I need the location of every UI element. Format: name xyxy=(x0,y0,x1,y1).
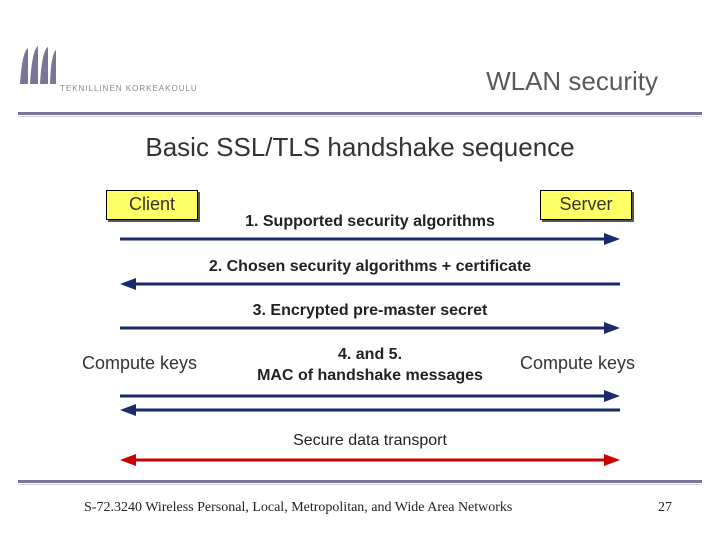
msg-3: 3. Encrypted pre-master secret xyxy=(120,302,620,320)
msg-1: 1. Supported security algorithms xyxy=(120,213,620,231)
arrow-both-icon xyxy=(120,452,620,468)
divider xyxy=(18,480,702,483)
footer-course: S-72.3240 Wireless Personal, Local, Metr… xyxy=(84,500,512,516)
arrow-right-icon xyxy=(120,321,620,335)
msg-4-5-b: MAC of handshake messages xyxy=(120,367,620,385)
arrow-right-icon xyxy=(120,232,620,246)
slide-heading: Basic SSL/TLS handshake sequence xyxy=(0,132,720,163)
msg-secure: Secure data transport xyxy=(120,432,620,450)
msg-4-5-a: 4. and 5. xyxy=(120,346,620,364)
msg-2: 2. Chosen security algorithms + certific… xyxy=(120,258,620,276)
org-logo xyxy=(18,44,58,86)
divider xyxy=(18,112,702,115)
arrow-left-icon xyxy=(120,403,620,417)
divider xyxy=(18,484,702,485)
divider xyxy=(18,116,702,117)
arrow-right-icon xyxy=(120,389,620,403)
page-number: 27 xyxy=(658,500,672,516)
arrow-left-icon xyxy=(120,277,620,291)
org-name: TEKNILLINEN KORKEAKOULU xyxy=(60,84,198,93)
page-title: WLAN security xyxy=(486,66,658,97)
